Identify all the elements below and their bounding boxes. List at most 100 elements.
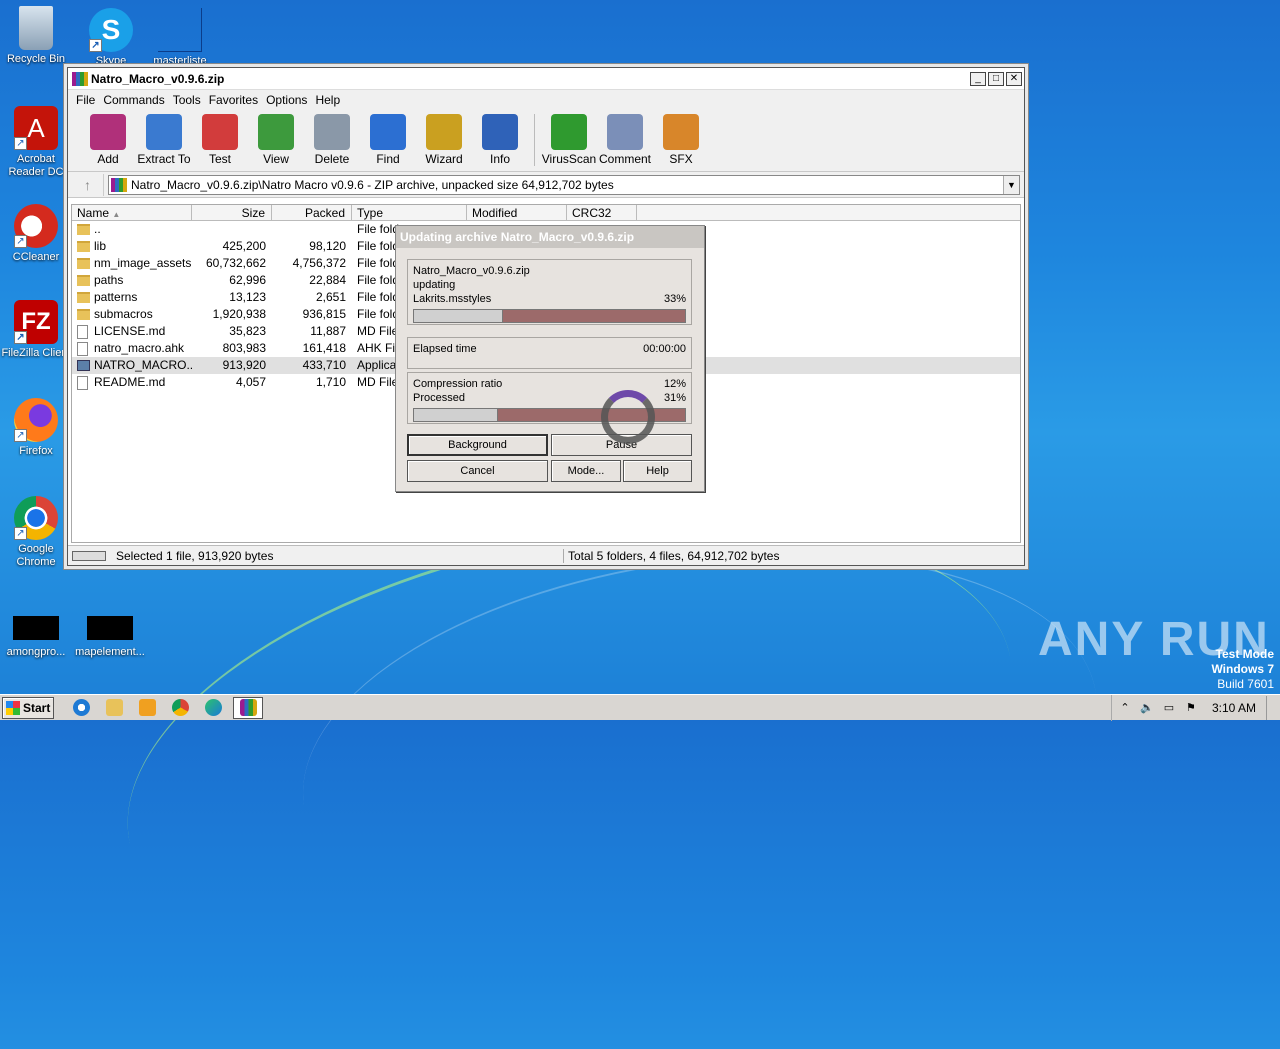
maximize-button[interactable]: □ xyxy=(988,71,1004,86)
toolbar-find-button[interactable]: Find xyxy=(360,114,416,166)
volume-icon[interactable]: 🔈 xyxy=(1140,701,1154,715)
toolbar-sfx-button[interactable]: SFX xyxy=(653,114,709,166)
file-packed-cell: 98,120 xyxy=(309,239,346,253)
file-name-cell: README.md xyxy=(72,374,192,391)
window-title: Natro_Macro_v0.9.6.zip xyxy=(91,71,225,86)
file-percent: 33% xyxy=(663,293,686,305)
column-name[interactable]: Name ▲ xyxy=(72,205,192,220)
address-text: Natro_Macro_v0.9.6.zip\Natro Macro v0.9.… xyxy=(131,177,614,192)
total-progress-fill xyxy=(414,409,498,421)
toolbar-extract-to-button[interactable]: Extract To xyxy=(136,114,192,166)
start-button[interactable]: Start xyxy=(2,696,54,719)
column-type[interactable]: Type xyxy=(352,205,467,220)
desktop-icon-ccleaner[interactable]: ↗ CCleaner xyxy=(0,204,72,264)
desktop-icon-label: mapelement... xyxy=(75,646,145,658)
menu-help[interactable]: Help xyxy=(311,93,344,107)
processed-value: 31% xyxy=(663,392,686,404)
folder-icon xyxy=(77,241,90,252)
toolbar-comment-button[interactable]: Comment xyxy=(597,114,653,166)
toolbar-wizard-button[interactable]: Wizard xyxy=(416,114,472,166)
filezilla-icon: FZ ↗ xyxy=(14,300,58,344)
black-file-icon xyxy=(87,616,133,640)
cancel-button[interactable]: Cancel xyxy=(407,460,548,482)
desktop-icon-label: masterliste xyxy=(153,55,207,67)
help-button[interactable]: Help xyxy=(623,460,692,482)
menu-favorites[interactable]: Favorites xyxy=(205,93,262,107)
address-field[interactable]: Natro_Macro_v0.9.6.zip\Natro Macro v0.9.… xyxy=(108,174,1020,195)
menu-file[interactable]: File xyxy=(72,93,99,107)
elapsed-label: Elapsed time xyxy=(413,343,477,355)
column-size[interactable]: Size xyxy=(192,205,272,220)
close-button[interactable]: ✕ xyxy=(1006,71,1022,86)
document-icon xyxy=(77,375,88,390)
desktop-icon-label: FileZilla Client xyxy=(1,347,71,359)
desktop-icon-amongpro[interactable]: amongpro... xyxy=(0,616,72,659)
column-crc32[interactable]: CRC32 xyxy=(567,205,637,220)
file-size-cell: 1,920,938 xyxy=(212,307,266,321)
find-icon xyxy=(370,114,406,150)
ccleaner-icon: ↗ xyxy=(14,204,58,248)
media-player-icon xyxy=(138,699,156,716)
taskbar-explorer[interactable] xyxy=(101,697,127,719)
clock[interactable]: 3:10 AM xyxy=(1212,701,1256,715)
extract-to-icon xyxy=(146,114,182,150)
toolbar-test-button[interactable]: Test xyxy=(192,114,248,166)
toolbar-add-button[interactable]: Add xyxy=(80,114,136,166)
desktop-icon-acrobat[interactable]: A ↗ Acrobat Reader DC xyxy=(0,106,72,179)
minimize-button[interactable]: _ xyxy=(970,71,986,86)
desktop-icon-masterliste[interactable]: masterliste xyxy=(144,8,216,68)
processed-label: Processed xyxy=(413,392,465,404)
desktop-icon-label: Recycle Bin xyxy=(6,53,66,65)
menu-commands[interactable]: Commands xyxy=(99,93,168,107)
show-desktop-button[interactable] xyxy=(1266,696,1280,720)
desktop-icon-label: amongpro... xyxy=(6,646,66,658)
flag-icon[interactable]: ⚑ xyxy=(1184,701,1198,715)
elapsed-value: 00:00:00 xyxy=(643,343,686,355)
menu-options[interactable]: Options xyxy=(262,93,311,107)
column-packed[interactable]: Packed xyxy=(272,205,352,220)
window-titlebar[interactable]: Natro_Macro_v0.9.6.zip _ □ ✕ xyxy=(68,68,1024,90)
taskbar-chrome[interactable] xyxy=(167,697,193,719)
desktop-icon-firefox[interactable]: ↗ Firefox xyxy=(0,398,72,458)
toolbar-delete-button[interactable]: Delete xyxy=(304,114,360,166)
test-icon xyxy=(202,114,238,150)
delete-icon xyxy=(314,114,350,150)
wizard-icon xyxy=(426,114,462,150)
desktop-icon-recycle-bin[interactable]: Recycle Bin xyxy=(0,6,72,66)
status-selection: Selected 1 file, 913,920 bytes xyxy=(116,548,274,563)
toolbar-virusscan-button[interactable]: VirusScan xyxy=(541,114,597,166)
archive-name: Natro_Macro_v0.9.6.zip xyxy=(413,265,530,277)
up-folder-button[interactable]: ↑ xyxy=(72,173,104,196)
chevron-up-icon[interactable]: ⌃ xyxy=(1118,701,1132,715)
file-size-cell: 425,200 xyxy=(222,239,266,253)
mode-button[interactable]: Mode... xyxy=(551,460,621,482)
network-icon[interactable]: ▭ xyxy=(1162,701,1176,715)
desktop-icon-skype[interactable]: S ↗ Skype xyxy=(75,8,147,68)
desktop-icon-filezilla[interactable]: FZ ↗ FileZilla Client xyxy=(0,300,72,360)
toolbar-view-button[interactable]: View xyxy=(248,114,304,166)
file-size-cell: 62,996 xyxy=(229,273,266,287)
desktop-icon-chrome[interactable]: ↗ Google Chrome xyxy=(0,496,72,569)
file-packed-cell: 1,710 xyxy=(315,375,346,389)
taskbar-winrar[interactable] xyxy=(233,696,263,719)
desktop-icon-label: Firefox xyxy=(19,445,53,457)
toolbar-info-button[interactable]: Info xyxy=(472,114,528,166)
taskbar-edge[interactable] xyxy=(200,697,226,719)
chrome-icon xyxy=(171,699,189,716)
firefox-icon: ↗ xyxy=(14,398,58,442)
file-size-cell: 13,123 xyxy=(229,290,266,304)
column-modified[interactable]: Modified xyxy=(467,205,567,220)
document-icon xyxy=(77,341,88,356)
file-name-cell: submacros xyxy=(72,306,192,323)
file-size-cell: 60,732,662 xyxy=(205,256,266,270)
folder-icon xyxy=(105,699,123,716)
chevron-down-icon[interactable]: ▼ xyxy=(1003,175,1019,194)
folder-icon xyxy=(77,292,90,303)
edge-icon xyxy=(204,699,222,716)
menu-tools[interactable]: Tools xyxy=(169,93,205,107)
taskbar-ie[interactable] xyxy=(68,697,94,719)
background-button[interactable]: Background xyxy=(407,434,548,456)
desktop-icon-mapelement[interactable]: mapelement... xyxy=(74,616,146,659)
taskbar-media-player[interactable] xyxy=(134,697,160,719)
recycle-bin-icon xyxy=(19,6,53,50)
